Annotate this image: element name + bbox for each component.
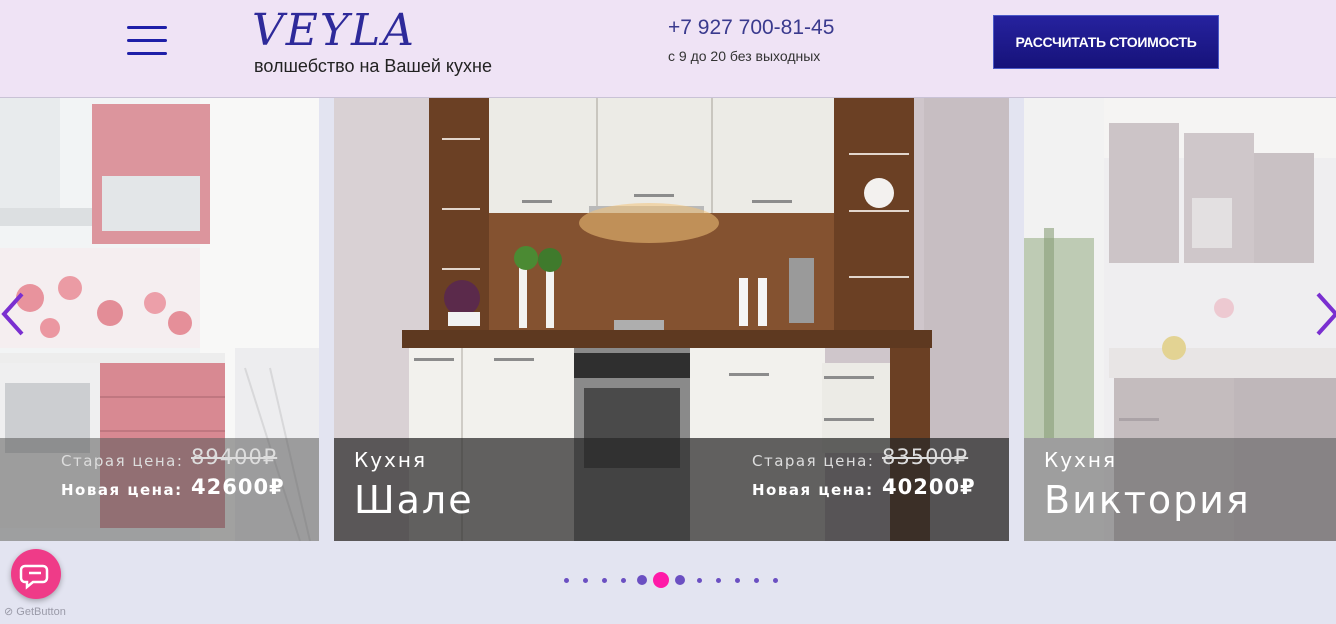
pagination-dot[interactable] bbox=[734, 577, 740, 583]
kitchen-word: Кухня bbox=[354, 448, 427, 472]
getbutton-brand: GetButton bbox=[16, 606, 66, 618]
getbutton-logo-icon: ⊘ bbox=[4, 606, 14, 618]
chat-widget-button[interactable] bbox=[11, 549, 61, 599]
slide-left-caption: Старая цена: 89400₽ Новая цена: 42600₽ bbox=[0, 438, 319, 541]
pagination-dot[interactable] bbox=[620, 577, 626, 583]
pagination-dot[interactable] bbox=[637, 575, 647, 585]
logo[interactable]: VEYLA bbox=[252, 6, 416, 56]
old-price-label: Старая цена: bbox=[61, 452, 184, 470]
next-arrow-icon[interactable] bbox=[1312, 290, 1336, 338]
new-price-label: Новая цена: bbox=[61, 481, 183, 499]
getbutton-credit[interactable]: ⊘ GetButton bbox=[4, 605, 66, 618]
calculate-price-button[interactable]: РАССЧИТАТЬ СТОИМОСТЬ bbox=[993, 15, 1219, 69]
working-hours: с 9 до 20 без выходных bbox=[668, 48, 821, 64]
new-price: 40200₽ bbox=[882, 475, 976, 499]
site-header: VEYLA волшебство на Вашей кухне +7 927 7… bbox=[0, 0, 1336, 98]
pagination-dot[interactable] bbox=[715, 577, 721, 583]
pagination-dot[interactable] bbox=[675, 575, 685, 585]
carousel-pagination bbox=[0, 570, 1336, 590]
pagination-dot[interactable] bbox=[582, 577, 588, 583]
new-price: 42600₽ bbox=[191, 475, 285, 499]
slide-center[interactable]: Кухня Шале Старая цена: 83500₽ Новая цен… bbox=[334, 98, 1009, 541]
phone-link[interactable]: +7 927 700-81-45 bbox=[668, 16, 834, 40]
old-price-label: Старая цена: bbox=[752, 452, 875, 470]
chat-bubble-icon bbox=[19, 564, 49, 590]
pagination-dot-active[interactable] bbox=[653, 572, 669, 588]
old-price: 83500₽ bbox=[882, 445, 969, 469]
pagination-dot[interactable] bbox=[563, 577, 569, 583]
kitchen-word: Кухня bbox=[1044, 448, 1117, 472]
kitchen-carousel: Старая цена: 89400₽ Новая цена: 42600₽ К… bbox=[0, 98, 1336, 541]
old-price: 89400₽ bbox=[191, 445, 278, 469]
kitchen-name: Виктория bbox=[1044, 478, 1251, 522]
slide-center-caption: Кухня Шале Старая цена: 83500₽ Новая цен… bbox=[334, 438, 1009, 541]
new-price-label: Новая цена: bbox=[752, 481, 874, 499]
kitchen-name: Шале bbox=[354, 478, 474, 522]
pagination-dot[interactable] bbox=[753, 577, 759, 583]
slide-right[interactable]: Кухня Виктория bbox=[1024, 98, 1336, 541]
tagline: волшебство на Вашей кухне bbox=[254, 56, 492, 76]
pagination-dot[interactable] bbox=[601, 577, 607, 583]
pagination-dot[interactable] bbox=[696, 577, 702, 583]
slide-left[interactable]: Старая цена: 89400₽ Новая цена: 42600₽ bbox=[0, 98, 319, 541]
prev-arrow-icon[interactable] bbox=[0, 290, 28, 338]
slide-right-caption: Кухня Виктория bbox=[1024, 438, 1336, 541]
menu-icon[interactable] bbox=[127, 26, 167, 56]
logo-text: VEYLA bbox=[252, 5, 416, 56]
pagination-dot[interactable] bbox=[772, 577, 778, 583]
